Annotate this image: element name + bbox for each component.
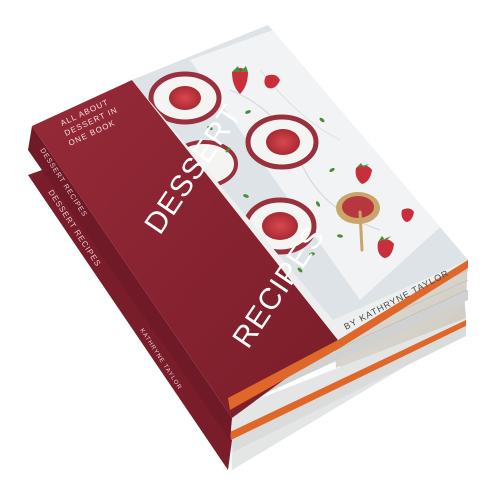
dessert-bowl	[148, 71, 222, 125]
book-stack-scene: DESSERT RECIPES KATHRYNE TAYLOR ALL ABOU…	[28, 25, 469, 470]
dessert-bowl	[245, 114, 319, 170]
top-book: ALL ABOUT DESSERT IN ONE BOOK DESSERT RE…	[28, 25, 469, 440]
